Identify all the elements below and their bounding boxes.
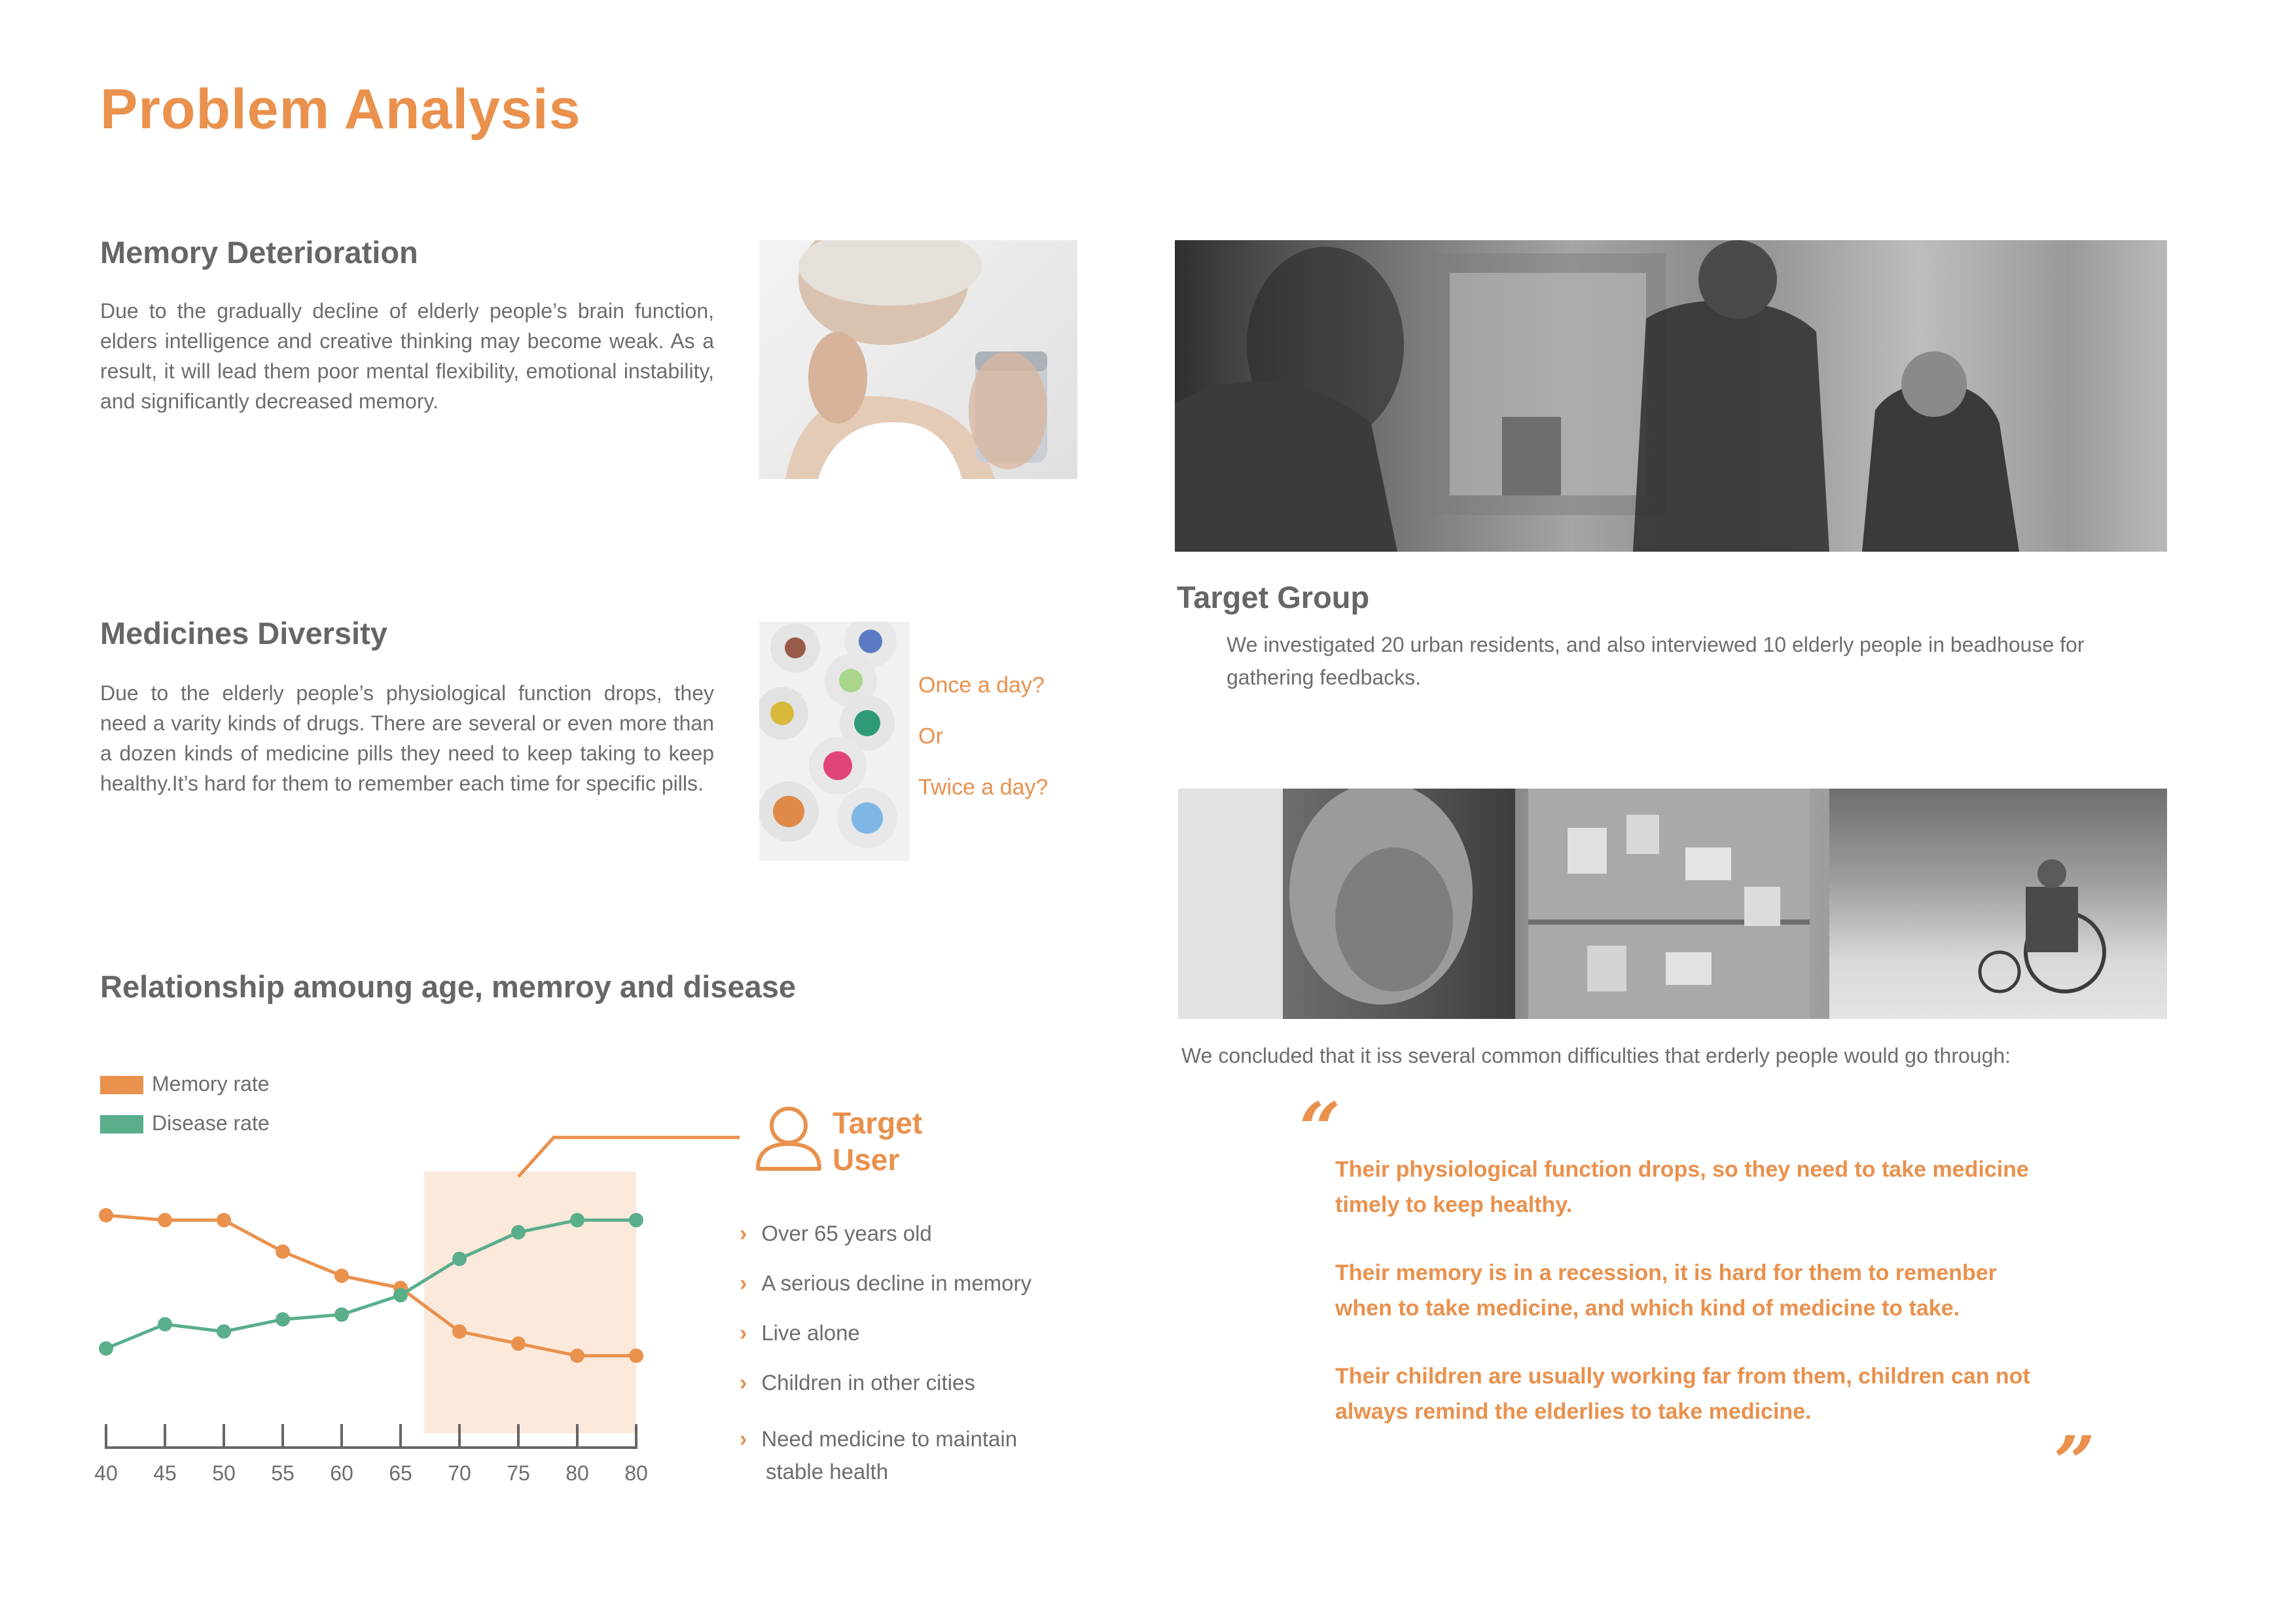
chart-heading: Relationship amoung age, memroy and dise… (100, 969, 797, 1004)
data-point-memory (158, 1213, 172, 1228)
bullet-continuation: stable health (766, 1459, 889, 1484)
data-point-disease (511, 1224, 526, 1240)
bullet-text: Need medicine to maintain (761, 1427, 1018, 1451)
data-point-memory (99, 1208, 113, 1222)
bullet-text: Over 65 years old (761, 1221, 932, 1245)
memory-paragraph: Due to the gradually decline of elderly … (100, 299, 714, 413)
data-point-disease (276, 1312, 290, 1327)
bullet-text: Children in other cities (761, 1370, 975, 1395)
pills-photo: Once a day? Or Twice a day? (759, 622, 1077, 861)
medicines-heading: Medicines Diversity (100, 616, 387, 651)
x-tick-label: 45 (153, 1461, 177, 1485)
x-tick-label: 50 (212, 1461, 236, 1485)
x-tick-label: 60 (330, 1461, 353, 1485)
chevron-right-icon: › (740, 1370, 747, 1395)
data-point-disease (393, 1288, 408, 1303)
x-tick-label: 80 (624, 1461, 648, 1485)
target-user-bullet: › Need medicine to maintain (740, 1423, 1017, 1455)
target-user-bullet: › Live alone (740, 1317, 860, 1349)
data-point-disease (629, 1213, 643, 1228)
data-point-disease (158, 1317, 172, 1332)
line-chart: 40 45 50 55 60 65 70 75 80 80 (94, 1135, 740, 1485)
x-tick-label: 40 (94, 1461, 118, 1485)
x-tick-label: 65 (389, 1461, 412, 1485)
data-point-memory (629, 1348, 643, 1363)
target-connector-line (517, 1135, 740, 1178)
legend-swatch-memory (100, 1076, 143, 1094)
fridge-notes-photo (1515, 789, 1829, 1019)
open-quote-mark: “ (1299, 1086, 1341, 1171)
conclusion-point-1: Their physiological function drops, so t… (1335, 1157, 2029, 1217)
data-point-memory (217, 1213, 231, 1228)
pill-question-3: Twice a day? (918, 775, 1049, 800)
data-point-disease (217, 1324, 231, 1339)
user-icon (753, 1101, 825, 1176)
pill-question-2: Or (918, 724, 943, 749)
page-title: Problem Analysis (100, 78, 581, 141)
data-point-memory (570, 1348, 584, 1363)
chevron-right-icon: › (740, 1321, 747, 1346)
chevron-right-icon: › (740, 1271, 747, 1296)
data-point-disease (99, 1341, 113, 1356)
conclusion-point-3: Their children are usually working far f… (1335, 1364, 2030, 1424)
pill-question-1: Once a day? (918, 673, 1045, 698)
x-tick-label: 55 (271, 1461, 295, 1485)
target-group-photo (1175, 240, 2167, 552)
data-point-memory (511, 1336, 526, 1351)
wheelchair-photo (1829, 789, 2167, 1019)
target-user-bullet: › Over 65 years old (740, 1217, 932, 1250)
elder-portrait-photo (1178, 789, 1515, 1019)
target-user-bullet: › Children in other cities (740, 1366, 975, 1399)
data-point-memory (334, 1268, 349, 1283)
close-quote-mark: ” (2054, 1420, 2096, 1505)
data-point-disease (334, 1307, 349, 1322)
target-user-title-1: Target (833, 1106, 923, 1140)
chevron-right-icon: › (740, 1427, 747, 1452)
data-point-disease (452, 1251, 467, 1266)
conclusion-intro: We concluded that it iss several common … (1181, 1044, 2011, 1067)
target-group-paragraph: We investigated 20 urban residents, and … (1227, 633, 2085, 689)
memory-heading: Memory Deterioration (100, 235, 418, 270)
target-range-highlight (424, 1171, 636, 1433)
conclusion-point-2: Their memory is in a recession, it is ha… (1335, 1260, 1997, 1321)
chevron-right-icon: › (740, 1221, 747, 1246)
data-point-memory (452, 1324, 467, 1339)
target-group-heading: Target Group (1177, 580, 1370, 615)
x-tick-label: 70 (448, 1461, 471, 1485)
data-point-memory (276, 1244, 290, 1259)
bullet-text: A serious decline in memory (761, 1271, 1032, 1295)
x-tick-label: 80 (565, 1461, 589, 1485)
medicines-paragraph: Due to the elderly people’s physiologica… (100, 681, 714, 795)
bullet-text: Live alone (761, 1321, 860, 1345)
x-tick-label: 75 (507, 1461, 530, 1485)
target-user-title-2: User (833, 1143, 900, 1177)
target-user-bullet: › A serious decline in memory (740, 1267, 1031, 1300)
legend-label-memory: Memory rate (152, 1072, 270, 1096)
data-point-disease (570, 1213, 584, 1228)
memory-photo (759, 240, 1077, 479)
